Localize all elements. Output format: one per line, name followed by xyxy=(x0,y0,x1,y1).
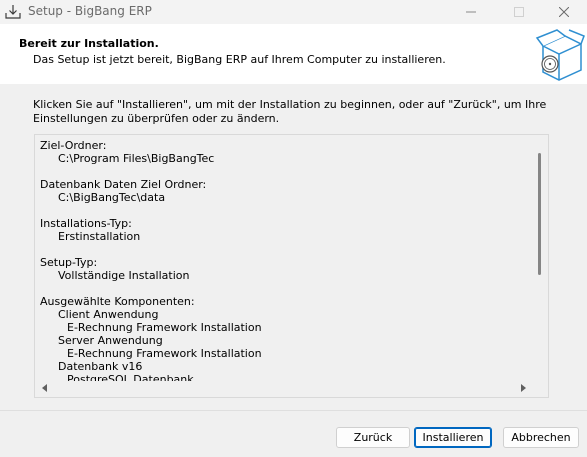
summary-content: Ziel-Ordner: C:\Program Files\BigBangTec… xyxy=(40,139,530,381)
install-type-label: Installations-Typ: xyxy=(40,217,132,230)
scroll-left-icon[interactable] xyxy=(42,384,47,392)
setup-type-label: Setup-Typ: xyxy=(40,256,98,269)
install-type-value: Erstinstallation xyxy=(58,230,141,243)
install-button[interactable]: Installieren xyxy=(414,427,492,448)
title-bar: Setup - BigBang ERP xyxy=(0,0,587,24)
horizontal-scrollbar[interactable] xyxy=(35,380,532,396)
instructions-text: Klicken Sie auf "Installieren", um mit d… xyxy=(33,98,547,125)
target-folder-label: Ziel-Ordner: xyxy=(40,139,107,152)
maximize-button[interactable] xyxy=(496,0,542,24)
component-name: Datenbank v16 xyxy=(58,360,143,373)
component-name: Server Anwendung xyxy=(58,334,163,347)
component-sub: E-Rechnung Framework Installation xyxy=(67,347,262,360)
page-subtitle: Das Setup ist jetzt bereit, BigBang ERP … xyxy=(33,53,446,66)
back-button[interactable]: Zurück xyxy=(336,427,410,448)
summary-box[interactable]: Ziel-Ordner: C:\Program Files\BigBangTec… xyxy=(34,134,549,398)
db-folder-label: Datenbank Daten Ziel Ordner: xyxy=(40,178,207,191)
software-box-icon xyxy=(535,29,585,81)
close-icon xyxy=(559,7,569,17)
setup-type-value: Vollständige Installation xyxy=(58,269,190,282)
download-tray-icon xyxy=(5,5,21,19)
components-label: Ausgewählte Komponenten: xyxy=(40,295,195,308)
db-folder-value: C:\BigBangTec\data xyxy=(58,191,166,204)
page-title: Bereit zur Installation. xyxy=(19,37,159,50)
target-folder-value: C:\Program Files\BigBangTec xyxy=(58,152,215,165)
vertical-scrollbar[interactable] xyxy=(532,135,548,380)
vertical-scroll-thumb[interactable] xyxy=(538,153,541,275)
maximize-icon xyxy=(514,7,524,17)
minimize-button[interactable] xyxy=(448,0,494,24)
close-button[interactable] xyxy=(541,0,587,24)
window-title: Setup - BigBang ERP xyxy=(28,4,152,18)
component-sub: E-Rechnung Framework Installation xyxy=(67,321,262,334)
footer-divider xyxy=(0,410,587,411)
component-name: Client Anwendung xyxy=(58,308,159,321)
cancel-button[interactable]: Abbrechen xyxy=(503,427,579,448)
wizard-header: Bereit zur Installation. Das Setup ist j… xyxy=(0,24,587,84)
minimize-icon xyxy=(466,11,476,13)
scroll-right-icon[interactable] xyxy=(521,384,526,392)
